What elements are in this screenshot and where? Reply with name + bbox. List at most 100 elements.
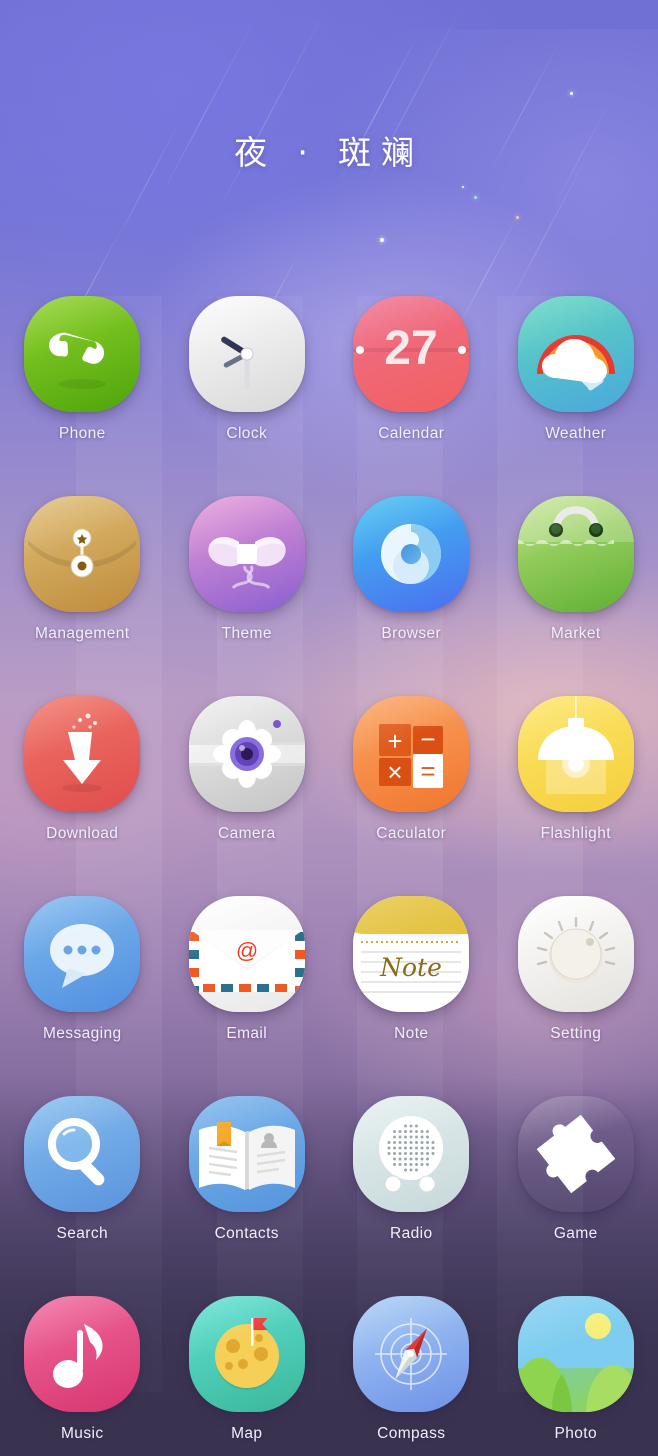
rainbow-cloud-icon-art [518,296,634,412]
open-book-icon-art [189,1096,305,1212]
ribbon-bow-icon[interactable] [189,496,305,612]
app-cell-photo[interactable]: Photo [494,1296,658,1443]
rainbow-cloud-icon[interactable] [518,296,634,412]
app-cell-music[interactable]: Music [0,1296,165,1443]
hanging-lamp-icon-art [518,696,634,812]
app-label: Phone [59,425,106,443]
app-cell-note[interactable]: Note Note [329,896,494,1043]
music-note-icon-art [24,1296,140,1412]
lined-notepad-icon-art: Note [353,896,469,1012]
puzzle-piece-icon[interactable] [518,1096,634,1212]
app-cell-camera[interactable]: Camera [165,696,330,843]
airmail-envelope-icon[interactable]: @ [189,896,305,1012]
shopping-bag-icon[interactable] [518,496,634,612]
app-cell-setting[interactable]: Setting [494,896,658,1043]
phone-handset-icon-art [24,296,140,412]
app-label: Music [61,1425,103,1443]
app-label: Email [226,1025,267,1043]
analog-clock-icon-art [189,296,305,412]
compass-needle-icon-art [353,1296,469,1412]
island-flag-icon-art [189,1296,305,1412]
svg-text:27: 27 [385,322,438,375]
landscape-photo-icon[interactable] [518,1296,634,1412]
open-book-icon[interactable] [189,1096,305,1212]
app-cell-market[interactable]: Market [494,496,658,643]
page-title: 夜 · 斑斓 [0,126,658,174]
calculator-keys-icon-art: + − × = [353,696,469,812]
analog-clock-icon[interactable] [189,296,305,412]
control-knob-icon[interactable] [518,896,634,1012]
app-label: Messaging [43,1025,122,1043]
down-arrow-icon[interactable] [24,696,140,812]
app-label: Map [231,1425,262,1443]
control-knob-icon-art [518,896,634,1012]
airmail-envelope-icon-art: @ [189,896,305,1012]
app-label: Clock [226,425,267,443]
app-cell-phone[interactable]: Phone [0,296,165,443]
calendar-date-icon-art: 27 [353,296,469,412]
app-cell-game[interactable]: Game [494,1096,658,1243]
calculator-keys-icon[interactable]: + − × = [353,696,469,812]
app-label: Management [35,625,129,643]
app-cell-radio[interactable]: Radio [329,1096,494,1243]
app-cell-map[interactable]: Map [165,1296,330,1443]
app-cell-search[interactable]: Search [0,1096,165,1243]
svg-text:×: × [388,757,403,787]
app-label: Contacts [215,1225,279,1243]
app-cell-calendar[interactable]: 27 Calendar [329,296,494,443]
app-cell-messaging[interactable]: Messaging [0,896,165,1043]
app-label: Weather [545,425,606,443]
app-cell-compass[interactable]: Compass [329,1296,494,1443]
app-label: Compass [377,1425,445,1443]
calendar-date-icon[interactable]: 27 [353,296,469,412]
svg-text:@: @ [236,938,258,963]
svg-text:=: = [421,756,436,786]
svg-text:+: + [388,726,403,756]
flower-lens-icon[interactable] [189,696,305,812]
swirl-compass-icon[interactable] [353,496,469,612]
ribbon-bow-icon-art [189,496,305,612]
app-cell-clock[interactable]: Clock [165,296,330,443]
speech-bubble-icon-art [24,896,140,1012]
hanging-lamp-icon[interactable] [518,696,634,812]
app-cell-download[interactable]: Download [0,696,165,843]
app-cell-flashlight[interactable]: Flashlight [494,696,658,843]
app-label: Download [46,825,118,843]
music-note-icon[interactable] [24,1296,140,1412]
app-cell-weather[interactable]: Weather [494,296,658,443]
app-label: Calendar [378,425,444,443]
app-cell-email[interactable]: @ Email [165,896,330,1043]
envelope-clasp-icon[interactable] [24,496,140,612]
app-cell-contacts[interactable]: Contacts [165,1096,330,1243]
app-label: Camera [218,825,276,843]
app-label: Flashlight [541,825,611,843]
app-label: Caculator [376,825,446,843]
app-label: Browser [381,625,441,643]
speech-bubble-icon[interactable] [24,896,140,1012]
lined-notepad-icon[interactable]: Note [353,896,469,1012]
app-cell-management[interactable]: Management [0,496,165,643]
phone-handset-icon[interactable] [24,296,140,412]
flower-lens-icon-art [189,696,305,812]
app-label: Radio [390,1225,433,1243]
landscape-photo-icon-art [518,1296,634,1412]
island-flag-icon[interactable] [189,1296,305,1412]
app-label: Game [554,1225,598,1243]
magnifier-icon-art [24,1096,140,1212]
app-label: Search [56,1225,108,1243]
puzzle-piece-icon-art [518,1096,634,1212]
magnifier-icon[interactable] [24,1096,140,1212]
app-label: Photo [554,1425,597,1443]
app-cell-caculator[interactable]: + − × = Caculator [329,696,494,843]
svg-text:−: − [421,724,436,754]
app-cell-theme[interactable]: Theme [165,496,330,643]
speaker-grille-icon[interactable] [353,1096,469,1212]
shopping-bag-icon-art [518,496,634,612]
compass-needle-icon[interactable] [353,1296,469,1412]
app-cell-browser[interactable]: Browser [329,496,494,643]
app-label: Setting [550,1025,601,1043]
envelope-clasp-icon-art [24,496,140,612]
app-label: Market [551,625,601,643]
app-grid: Phone Clock 27 Calendar Weather Managemen… [0,296,658,1443]
down-arrow-icon-art [24,696,140,812]
